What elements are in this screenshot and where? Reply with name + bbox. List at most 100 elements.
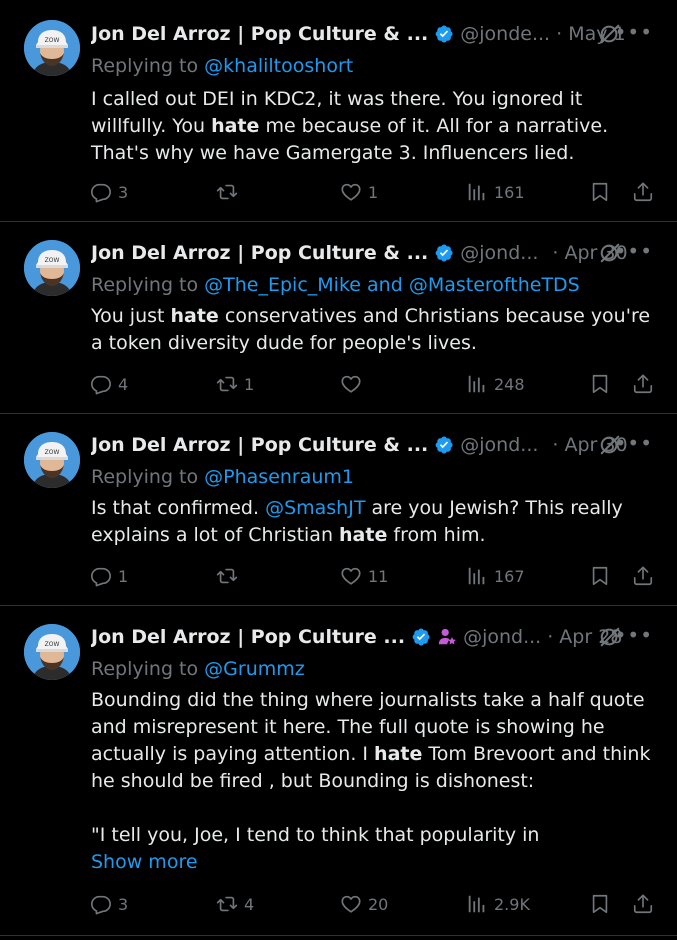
like-button[interactable]: 20 — [340, 893, 388, 915]
bookmark-button[interactable] — [589, 181, 611, 203]
bookmark-button[interactable] — [589, 373, 611, 395]
views-button[interactable]: 167 — [466, 565, 525, 587]
replying-prefix: Replying to — [91, 274, 205, 296]
author-handle[interactable]: @jond... — [463, 626, 541, 648]
tweet[interactable]: Jon Del Arroz | Pop Culture & ... @jonde… — [0, 0, 677, 222]
repost-button[interactable]: 1 — [216, 373, 254, 395]
affiliate-badge-icon — [438, 628, 457, 645]
reply-count: 1 — [118, 566, 129, 586]
repost-icon — [216, 181, 238, 203]
reply-target-link[interactable]: @Grummz — [204, 658, 305, 680]
repost-button[interactable] — [216, 181, 244, 203]
repost-icon — [216, 893, 238, 915]
like-count: 20 — [368, 894, 389, 914]
views-button[interactable]: 2.9K — [466, 893, 530, 915]
repost-button[interactable] — [216, 565, 244, 587]
like-icon — [340, 181, 362, 203]
view-count: 2.9K — [494, 894, 530, 914]
replying-to: Replying to @khaliltooshort — [91, 55, 353, 77]
more-icon[interactable]: ••• — [615, 20, 653, 44]
author-handle[interactable]: @jond... — [460, 434, 538, 456]
views-button[interactable]: 248 — [466, 373, 525, 395]
repost-button[interactable]: 4 — [216, 893, 254, 915]
views-icon — [466, 373, 488, 395]
show-more-label[interactable]: Show more — [91, 851, 198, 873]
author-row: Jon Del Arroz | Pop Culture & ... @jond.… — [91, 433, 661, 457]
more-icon[interactable]: ••• — [615, 239, 653, 263]
share-button[interactable] — [632, 181, 654, 203]
avatar[interactable] — [24, 20, 80, 76]
like-icon — [340, 565, 362, 587]
repost-icon — [216, 373, 238, 395]
tweet[interactable]: Jon Del Arroz | Pop Culture & ... @jond.… — [0, 414, 677, 606]
reply-target-link[interactable]: @khaliltooshort — [204, 55, 353, 77]
share-button[interactable] — [632, 893, 654, 915]
tweet-text: You just hate conservatives and Christia… — [91, 303, 661, 357]
author-name[interactable]: Jon Del Arroz | Pop Culture & ... — [91, 434, 428, 456]
verified-badge-icon — [411, 627, 431, 647]
author-name[interactable]: Jon Del Arroz | Pop Culture & ... — [91, 242, 428, 264]
reply-icon — [90, 181, 112, 203]
action-bar: 4 1 248 — [90, 373, 656, 395]
reply-icon — [90, 893, 112, 915]
replying-prefix: Replying to — [91, 55, 205, 77]
replying-to: Replying to @The_Epic_Mike and @Masterof… — [91, 274, 580, 296]
avatar[interactable] — [24, 432, 80, 488]
reply-button[interactable]: 4 — [90, 373, 128, 395]
reply-target-link[interactable]: @The_Epic_Mike — [204, 274, 361, 296]
bookmark-icon — [589, 373, 611, 395]
action-bar: 1 11 167 — [90, 565, 656, 587]
like-count: 1 — [368, 182, 379, 202]
views-icon — [466, 181, 488, 203]
verified-badge-icon — [434, 24, 454, 44]
highlight: hate — [339, 524, 388, 546]
author-row: Jon Del Arroz | Pop Culture & ... @jonde… — [91, 22, 661, 46]
action-bar: 3 1 161 — [90, 181, 656, 203]
reply-button[interactable]: 1 — [90, 565, 128, 587]
share-button[interactable] — [632, 565, 654, 587]
replying-to: Replying to @Phasenraum1 — [91, 466, 354, 488]
views-icon — [466, 893, 488, 915]
reply-target-link[interactable]: @MasteroftheTDS — [409, 274, 580, 296]
view-count: 161 — [494, 182, 525, 202]
bookmark-button[interactable] — [589, 565, 611, 587]
view-count: 248 — [494, 374, 525, 394]
like-button[interactable]: 11 — [340, 565, 388, 587]
tweet-text: Bounding did the thing where journalists… — [91, 687, 661, 795]
more-icon[interactable]: ••• — [615, 431, 653, 455]
reply-icon — [90, 373, 112, 395]
avatar[interactable] — [24, 624, 80, 680]
replying-and: and — [360, 274, 409, 296]
repost-count: 4 — [244, 894, 255, 914]
reply-count: 3 — [118, 182, 129, 202]
bookmark-button[interactable] — [589, 893, 611, 915]
author-name[interactable]: Jon Del Arroz | Pop Culture ... — [91, 626, 405, 648]
like-icon — [340, 893, 362, 915]
avatar[interactable] — [24, 240, 80, 296]
repost-icon — [216, 565, 238, 587]
highlight: hate — [374, 743, 423, 765]
reply-button[interactable]: 3 — [90, 181, 128, 203]
like-button[interactable]: 1 — [340, 181, 378, 203]
tweet[interactable]: Jon Del Arroz | Pop Culture ... @jond...… — [0, 606, 677, 936]
tweet[interactable]: Jon Del Arroz | Pop Culture & ... @jond.… — [0, 222, 677, 414]
author-name[interactable]: Jon Del Arroz | Pop Culture & ... — [91, 23, 428, 45]
share-icon — [632, 893, 654, 915]
like-count: 11 — [368, 566, 389, 586]
reply-button[interactable]: 3 — [90, 893, 128, 915]
like-button[interactable] — [340, 373, 368, 395]
mention-link[interactable]: @SmashJT — [265, 497, 365, 519]
reply-target-link[interactable]: @Phasenraum1 — [204, 466, 354, 488]
author-row: Jon Del Arroz | Pop Culture ... @jond...… — [91, 625, 661, 649]
views-button[interactable]: 161 — [466, 181, 525, 203]
views-icon — [466, 565, 488, 587]
show-more-link[interactable]: Show more — [91, 849, 661, 876]
text-part: Is that confirmed. — [91, 497, 266, 519]
share-button[interactable] — [632, 373, 654, 395]
tweet-text: Is that confirmed. @SmashJT are you Jewi… — [91, 495, 661, 549]
more-icon[interactable]: ••• — [615, 623, 653, 647]
author-handle[interactable]: @jond... — [460, 242, 538, 264]
replying-to: Replying to @Grummz — [91, 658, 305, 680]
author-handle[interactable]: @jonde... — [460, 23, 550, 45]
text-part: from him. — [387, 524, 486, 546]
